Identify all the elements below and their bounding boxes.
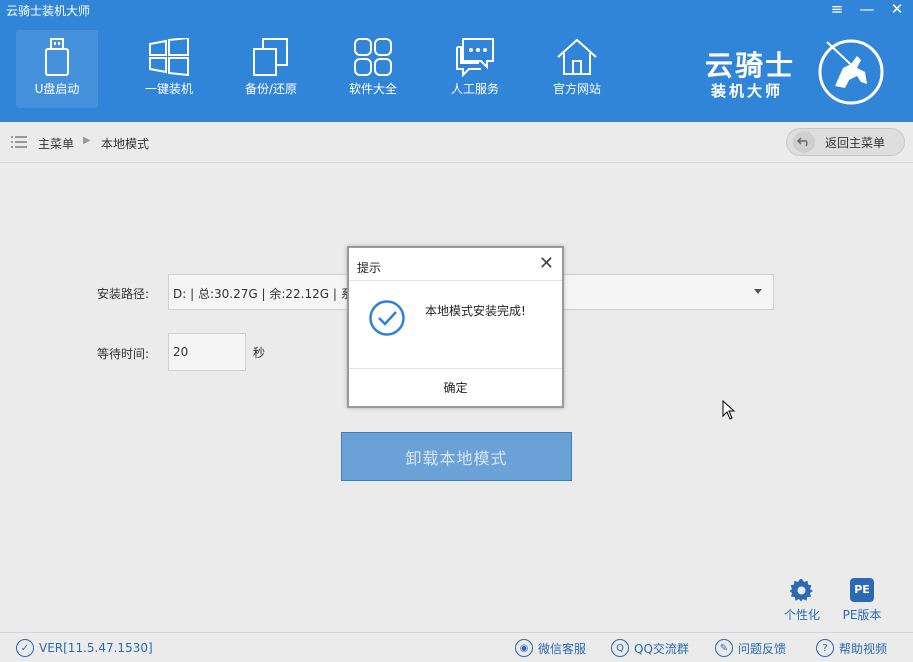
nav-label: 官方网站 bbox=[552, 82, 601, 96]
app-title: 云骑士装机大师 bbox=[6, 4, 91, 18]
chevron-down-icon[interactable] bbox=[754, 289, 762, 294]
gear-icon bbox=[781, 578, 823, 602]
pe-version-label: PE版本 bbox=[842, 608, 882, 622]
backup-icon bbox=[220, 30, 322, 78]
footer-link-label: QQ交流群 bbox=[634, 641, 689, 656]
nav-usb-boot[interactable]: U盘启动 bbox=[16, 30, 98, 108]
personalize-label: 个性化 bbox=[783, 608, 820, 622]
pe-badge: PE bbox=[850, 578, 874, 602]
footer-link-qq[interactable]: Q QQ交流群 bbox=[611, 639, 689, 657]
minimize-icon[interactable]: — bbox=[859, 0, 875, 18]
main-nav: U盘启动 一键装机 备份/还原 软件大全 人工服务 官方网站 bbox=[16, 30, 628, 108]
dialog-title: 提示 bbox=[357, 261, 382, 275]
nav-backup-restore[interactable]: 备份/还原 bbox=[220, 30, 322, 108]
wechat-icon: ◉ bbox=[515, 639, 533, 657]
check-circle-icon bbox=[368, 299, 406, 340]
breadcrumb-current: 本地模式 bbox=[101, 137, 150, 151]
home-icon bbox=[526, 30, 628, 78]
nav-one-click-install[interactable]: 一键装机 bbox=[118, 30, 220, 108]
nav-label: U盘启动 bbox=[34, 82, 80, 96]
back-to-main-button[interactable]: 返回主菜单 bbox=[786, 128, 905, 156]
nav-label: 备份/还原 bbox=[244, 82, 298, 96]
help-icon: ? bbox=[816, 639, 834, 657]
footer-link-label: 帮助视频 bbox=[839, 641, 888, 656]
mouse-cursor-icon bbox=[722, 399, 736, 423]
breadcrumb-main-menu[interactable]: 主菜单 bbox=[38, 135, 74, 152]
wait-time-label: 等待时间: bbox=[97, 347, 150, 361]
uninstall-local-mode-button[interactable]: 卸载本地模式 bbox=[341, 432, 572, 481]
notice-dialog: 提示 ✕ 本地模式安装完成! 确定 bbox=[347, 246, 564, 408]
pe-version-button[interactable]: PE PE版本 bbox=[841, 578, 883, 623]
wait-time-input[interactable]: 20 bbox=[168, 333, 246, 371]
dialog-message: 本地模式安装完成! bbox=[425, 304, 526, 318]
pe-icon: PE bbox=[841, 578, 883, 602]
qq-icon: Q bbox=[611, 639, 629, 657]
nav-label: 一键装机 bbox=[144, 82, 193, 96]
dialog-close-icon[interactable]: ✕ bbox=[539, 254, 554, 274]
footer-link-wechat[interactable]: ◉ 微信客服 bbox=[515, 639, 586, 657]
undo-icon bbox=[793, 131, 815, 153]
window-controls: ≡ — ✕ bbox=[829, 0, 905, 18]
check-icon: ✓ bbox=[16, 639, 34, 657]
divider bbox=[349, 280, 562, 281]
header-bar: 云骑士装机大师 ≡ — ✕ U盘启动 一键装机 备份/还原 软件大全 人工服务 … bbox=[0, 0, 913, 122]
version-text: VER[11.5.47.1530] bbox=[39, 641, 153, 655]
close-icon[interactable]: ✕ bbox=[889, 0, 905, 18]
apps-grid-icon bbox=[322, 30, 424, 78]
install-path-value: D: | 总:30.27G | 余:22.12G | 系统 bbox=[173, 287, 365, 301]
footer-link-label: 微信客服 bbox=[538, 641, 587, 656]
brand: 云骑士 装机大师 bbox=[705, 34, 885, 106]
personalize-button[interactable]: 个性化 bbox=[781, 578, 823, 623]
chat-icon bbox=[424, 30, 526, 78]
knight-logo-icon bbox=[817, 38, 885, 109]
menu-icon[interactable]: ≡ bbox=[829, 0, 845, 18]
nav-software[interactable]: 软件大全 bbox=[322, 30, 424, 108]
feedback-icon: ✎ bbox=[715, 639, 733, 657]
wait-time-unit: 秒 bbox=[253, 346, 266, 360]
install-path-label: 安装路径: bbox=[97, 287, 150, 301]
footer-bar: ✓ VER[11.5.47.1530] ◉ 微信客服 Q QQ交流群 ✎ 问题反… bbox=[0, 632, 913, 662]
dialog-ok-button[interactable]: 确定 bbox=[349, 369, 562, 406]
back-button-label: 返回主菜单 bbox=[825, 135, 886, 150]
nav-label: 人工服务 bbox=[450, 82, 499, 96]
nav-label: 软件大全 bbox=[348, 82, 397, 96]
breadcrumb: 主菜单 ▶ 本地模式 返回主菜单 bbox=[0, 122, 913, 163]
list-icon bbox=[11, 136, 27, 151]
footer-link-label: 问题反馈 bbox=[738, 641, 787, 656]
nav-official-site[interactable]: 官方网站 bbox=[526, 30, 628, 108]
footer-link-help-video[interactable]: ? 帮助视频 bbox=[816, 639, 887, 657]
nav-human-service[interactable]: 人工服务 bbox=[424, 30, 526, 108]
brand-name: 云骑士 bbox=[705, 49, 796, 82]
footer-link-feedback[interactable]: ✎ 问题反馈 bbox=[715, 639, 786, 657]
version-info: ✓ VER[11.5.47.1530] bbox=[16, 639, 153, 657]
usb-drive-icon bbox=[16, 30, 98, 78]
wait-time-value: 20 bbox=[173, 345, 189, 359]
windows-icon bbox=[118, 30, 220, 78]
brand-subtitle: 装机大师 bbox=[711, 82, 784, 100]
breadcrumb-separator-icon: ▶ bbox=[83, 135, 91, 146]
